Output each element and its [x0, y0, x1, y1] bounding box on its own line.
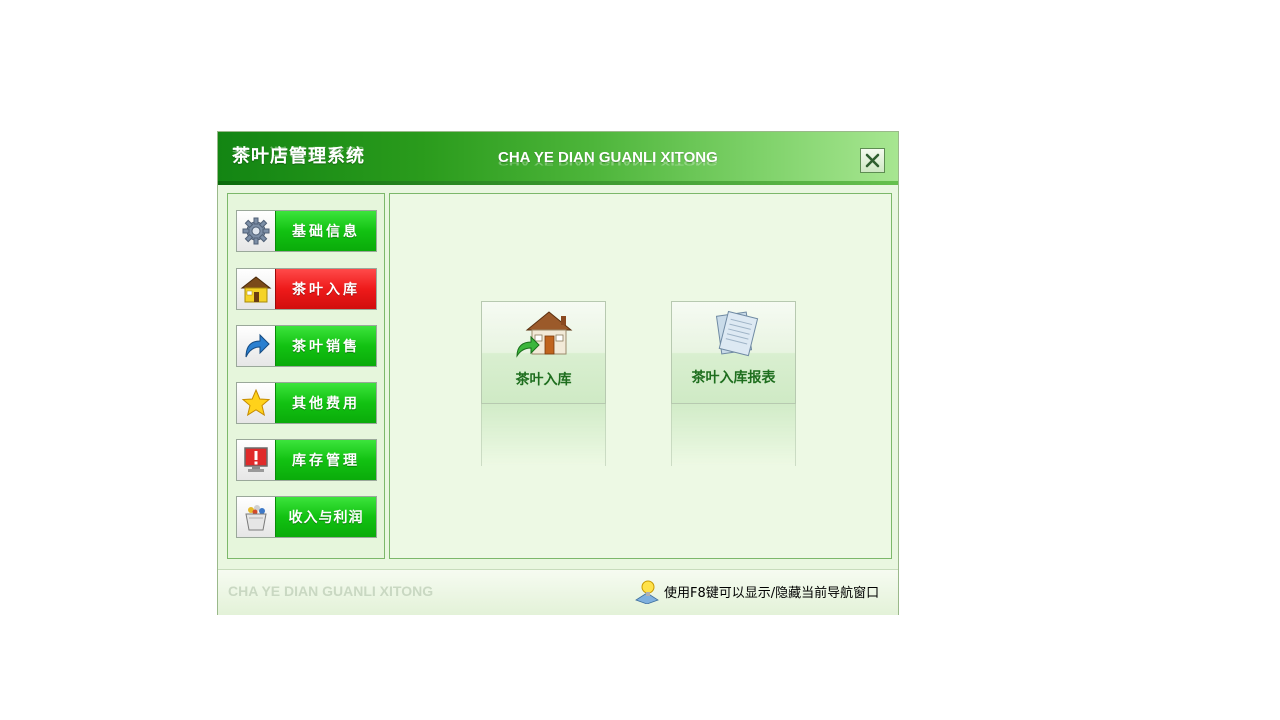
- status-tip-text: 使用F8键可以显示/隐藏当前导航窗口: [664, 585, 880, 601]
- tile-tea-stock-in-report[interactable]: 茶叶入库报表: [671, 301, 796, 404]
- icon-box: [237, 326, 275, 366]
- window-title-reflection: 茶叶店管理系统: [232, 145, 365, 158]
- tile-reflection: [481, 404, 606, 466]
- tile-label: 茶叶入库报表: [691, 370, 776, 386]
- coin-bucket-icon: [245, 505, 267, 531]
- tile-label: 茶叶入库: [515, 372, 572, 388]
- icon-box: [237, 269, 275, 309]
- tile-tea-stock-in[interactable]: 茶叶入库: [481, 301, 606, 404]
- sidebar-item-label: 基础信息: [275, 211, 376, 251]
- documents-icon: [715, 310, 758, 357]
- sidebar-item-basic-info[interactable]: 基础信息: [236, 210, 377, 252]
- title-bar: 茶叶店管理系统 茶叶店管理系统 CHA YE DIAN GUANLI XITON…: [218, 132, 898, 185]
- icon-box: [237, 440, 275, 480]
- icon-box: [237, 497, 275, 537]
- status-bar: CHA YE DIAN GUANLI XITONG 使用F8键可以显示/隐藏当前…: [218, 569, 898, 615]
- main-content: 茶叶入库 茶叶入库报表: [389, 193, 892, 559]
- arrow-icon: [245, 333, 270, 358]
- sidebar-item-label: 收入与利润: [275, 497, 376, 537]
- tile-icon-wrap: [672, 308, 795, 360]
- star-icon: [241, 388, 271, 417]
- sidebar-item-label: 库存管理: [275, 440, 376, 480]
- nav-sidebar: 基础信息 茶叶入库 茶叶销售 其他费用 库存管理 收入与利润: [227, 193, 385, 559]
- sidebar-item-income-profit[interactable]: 收入与利润: [236, 496, 377, 538]
- status-tip: 使用F8键可以显示/隐藏当前导航窗口: [634, 578, 879, 604]
- window-subtitle-reflection: CHA YE DIAN GUANLI XITONG: [498, 158, 718, 168]
- sidebar-item-label: 其他费用: [275, 383, 376, 423]
- sidebar-item-label: 茶叶销售: [275, 326, 376, 366]
- lightbulb-icon: [635, 580, 659, 604]
- house-icon: [240, 276, 272, 303]
- sidebar-item-other-costs[interactable]: 其他费用: [236, 382, 377, 424]
- close-x-icon: [865, 153, 880, 168]
- status-watermark: CHA YE DIAN GUANLI XITONG: [228, 583, 434, 599]
- gear-icon: [242, 217, 270, 245]
- sidebar-item-tea-stock-in[interactable]: 茶叶入库: [236, 268, 377, 310]
- house-arrow-icon: [515, 311, 572, 358]
- sidebar-item-tea-sales[interactable]: 茶叶销售: [236, 325, 377, 367]
- monitor-alert-icon: [244, 447, 268, 472]
- main-window: 茶叶店管理系统 茶叶店管理系统 CHA YE DIAN GUANLI XITON…: [217, 131, 899, 615]
- icon-box: [237, 211, 275, 251]
- close-button[interactable]: [860, 148, 885, 173]
- tile-icon-wrap: [482, 308, 605, 360]
- sidebar-item-inventory[interactable]: 库存管理: [236, 439, 377, 481]
- tile-reflection: [671, 404, 796, 466]
- sidebar-item-label: 茶叶入库: [275, 269, 376, 309]
- icon-box: [237, 383, 275, 423]
